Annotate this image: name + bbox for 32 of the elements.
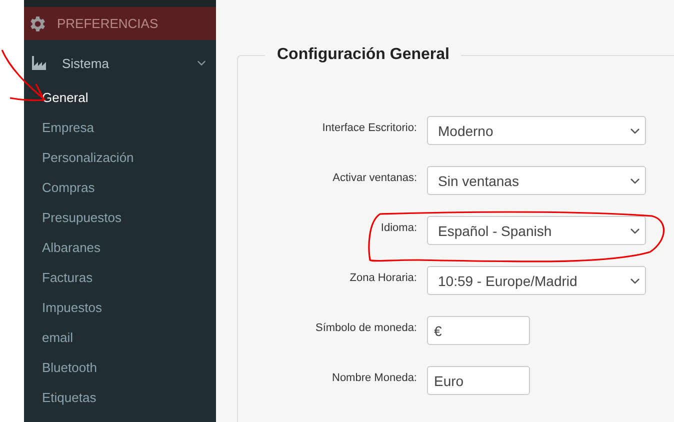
sidebar-item[interactable]: Impuestos: [24, 293, 216, 323]
dropdown[interactable]: Español - Spanish: [427, 216, 646, 245]
field-label: Interface Escritorio:: [321, 121, 418, 134]
field-label: Idioma:: [380, 221, 418, 234]
sidebar-item[interactable]: General: [24, 83, 216, 113]
preferences-header[interactable]: PREFERENCIAS: [24, 7, 216, 40]
sidebar-item[interactable]: Presupuestos: [24, 203, 216, 233]
input-field[interactable]: Euro: [427, 366, 530, 395]
dropdown[interactable]: 10:59 - Europe/Madrid: [427, 266, 646, 295]
factory-icon: [32, 56, 48, 70]
field-label: Símbolo de moneda:: [314, 321, 418, 334]
dropdown[interactable]: Sin ventanas: [427, 166, 646, 195]
sidebar-item[interactable]: Personalización: [24, 143, 216, 173]
chevron-icon: [197, 60, 206, 66]
field-label: Nombre Moneda:: [331, 371, 418, 384]
field-label: Activar ventanas:: [332, 171, 418, 184]
input-field[interactable]: €: [427, 316, 530, 345]
chevron-icon: [630, 278, 640, 284]
chevron-icon: [630, 178, 640, 184]
dropdown[interactable]: Moderno: [427, 116, 646, 145]
sidebar-item[interactable]: Etiquetas: [24, 383, 216, 413]
field-label: Zona Horaria:: [348, 271, 418, 284]
sistema-menu-item[interactable]: Sistema: [24, 43, 216, 83]
chevron-icon: [630, 128, 640, 134]
sidebar-item[interactable]: Albaranes: [24, 233, 216, 263]
sidebar-item[interactable]: Compras: [24, 173, 216, 203]
chevron-icon: [630, 228, 640, 234]
sidebar-item[interactable]: Facturas: [24, 263, 216, 293]
panel-title: Configuración General: [276, 46, 450, 64]
sidebar-item[interactable]: Empresa: [24, 113, 216, 143]
sidebar-item[interactable]: email: [24, 323, 216, 353]
sidebar-item[interactable]: Bluetooth: [24, 353, 216, 383]
